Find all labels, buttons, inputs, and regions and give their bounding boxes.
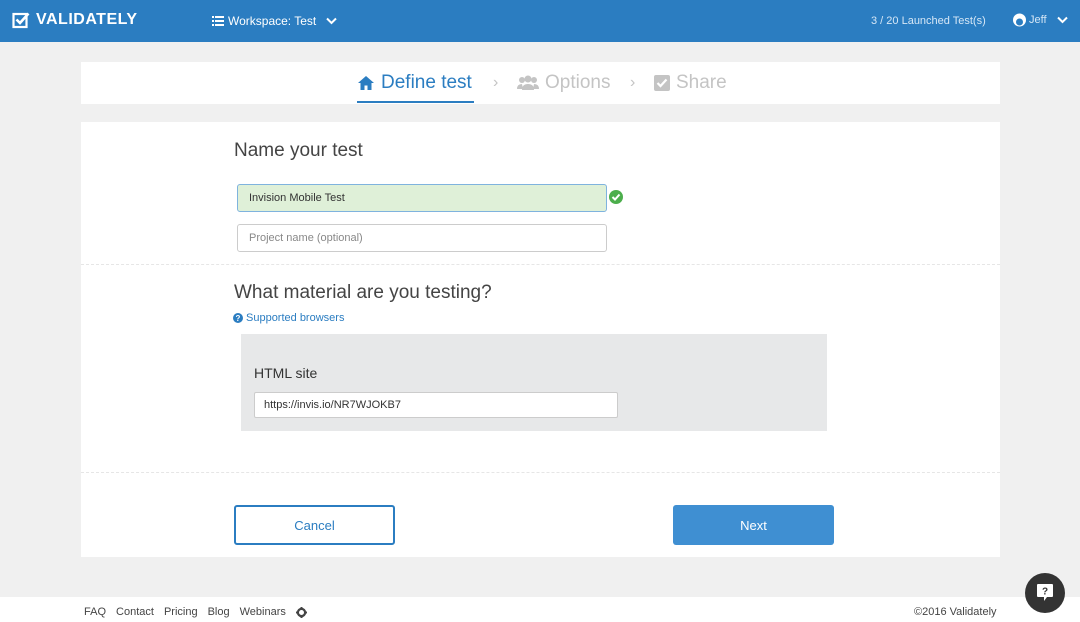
footer: FAQ Contact Pricing Blog Webinars ©2016 … [0,597,1080,622]
check-square-icon [654,75,670,91]
define-test-card: Name your test What material are you tes… [81,122,1000,557]
step-options[interactable]: Options [517,72,610,94]
chevron-down-icon [326,17,337,25]
supported-browsers-link[interactable]: ? Supported browsers [233,312,344,324]
checkbox-logo-icon [12,12,30,29]
html-site-panel: HTML site [241,334,827,431]
step-label: Define test [381,72,472,93]
list-icon [212,16,224,26]
users-icon [517,75,539,90]
section-divider [81,264,1000,265]
step-share[interactable]: Share [654,72,727,94]
footer-link-pricing[interactable]: Pricing [164,606,198,618]
step-define-test[interactable]: Define test [357,72,472,94]
footer-link-contact[interactable]: Contact [116,606,154,618]
material-section-title: What material are you testing? [234,282,492,303]
project-name-input[interactable] [237,224,607,252]
wizard-steps: Define test › Options › Share [81,62,1000,104]
step-label: Share [676,72,727,93]
chevron-down-icon [1056,16,1068,24]
user-name: Jeff [1029,14,1047,26]
question-chat-icon: ? [1037,584,1053,601]
workspace-selector[interactable]: Workspace: Test [212,14,337,28]
active-step-underline [357,101,474,103]
chevron-right-icon: › [493,74,499,91]
next-button[interactable]: Next [673,505,834,545]
user-menu[interactable]: Jeff [1012,13,1068,27]
top-bar: VALIDATELY Workspace: Test 3 / 20 Launch… [0,0,1080,42]
help-chat-button[interactable]: ? [1025,573,1065,613]
step-label: Options [545,72,611,93]
chevron-right-icon: › [630,74,636,91]
footer-links: FAQ Contact Pricing Blog Webinars [84,606,307,618]
copyright: ©2016 Validately [914,606,997,618]
logo-text: VALIDATELY [36,11,138,28]
supported-browsers-label: Supported browsers [246,312,345,324]
question-circle-icon: ? [233,313,243,323]
svg-text:?: ? [1042,587,1048,598]
test-name-input[interactable] [237,184,607,212]
validately-logo[interactable]: VALIDATELY [12,11,138,29]
footer-link-faq[interactable]: FAQ [84,606,106,618]
gear-icon[interactable] [295,606,307,618]
workspace-label: Workspace: Test [228,14,317,28]
user-avatar-icon [1013,13,1026,27]
valid-check-icon [609,190,623,204]
footer-link-webinars[interactable]: Webinars [240,606,286,618]
footer-link-blog[interactable]: Blog [208,606,230,618]
home-icon [358,76,374,90]
site-url-input[interactable] [254,392,618,418]
material-type-label: HTML site [254,365,318,381]
section-divider [81,472,1000,473]
svg-text:?: ? [236,314,241,323]
launched-tests-count: 3 / 20 Launched Test(s) [871,15,986,27]
name-section-title: Name your test [234,140,363,161]
cancel-button[interactable]: Cancel [234,505,395,545]
